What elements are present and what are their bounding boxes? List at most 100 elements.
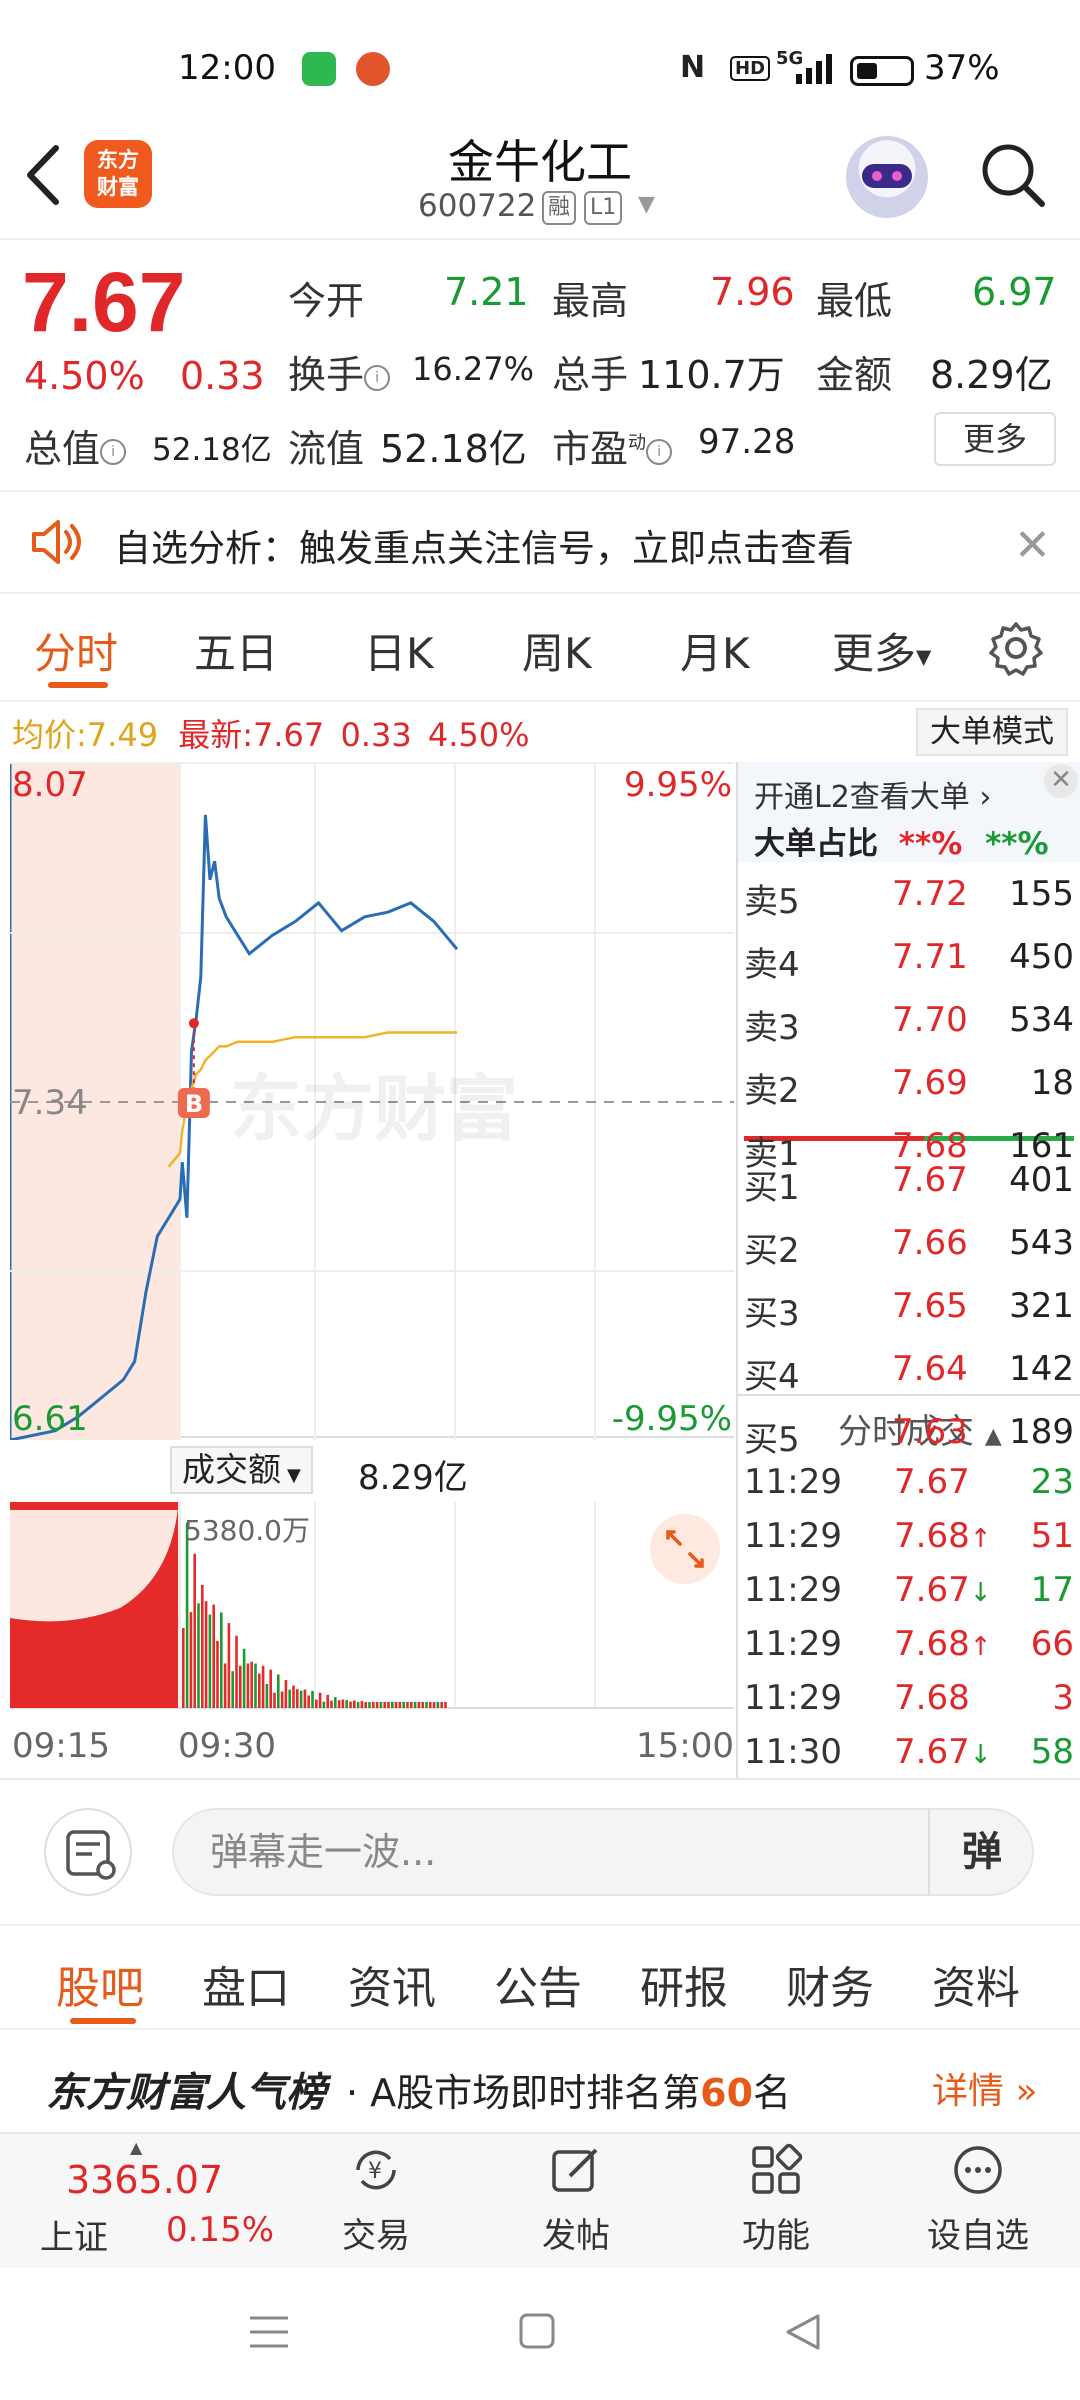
- time-label-open: 09:30: [178, 1726, 276, 1766]
- arrow-up-icon: ↑: [969, 1524, 992, 1554]
- danmaku-input[interactable]: 弹幕走一波...: [172, 1808, 1034, 1896]
- back-nav-icon[interactable]: [782, 2312, 822, 2352]
- trade-volume: 58: [1030, 1732, 1074, 1772]
- amount-value: 8.29亿: [930, 353, 1053, 397]
- volume-bar: [429, 1702, 432, 1708]
- volume-bar: [208, 1614, 212, 1708]
- battery-percent: 37%: [924, 48, 1000, 88]
- tab-profile[interactable]: 资料: [932, 1952, 1020, 2016]
- rank-details-link[interactable]: 详情 »: [932, 2062, 1037, 2114]
- tab-5day[interactable]: 五日: [194, 620, 278, 681]
- tab-monthly-k[interactable]: 月K: [680, 620, 750, 681]
- home-icon[interactable]: [518, 2312, 558, 2352]
- close-icon[interactable]: ✕: [1014, 520, 1051, 571]
- nfc-icon: N: [680, 50, 706, 85]
- bid-row[interactable]: 买5 7.63 189: [744, 1412, 1074, 1460]
- alert-text[interactable]: 自选分析：触发重点关注信号，立即点击查看: [114, 518, 854, 572]
- nav-post[interactable]: 发帖: [506, 2138, 646, 2257]
- tab-research[interactable]: 研报: [640, 1952, 728, 2016]
- popularity-rank-text: · A股市场即时排名第60名: [346, 2071, 792, 2115]
- float-label: 流值: [288, 427, 365, 471]
- intraday-chart-svg: 东方财富 B 8.07 7.34 6.61 9.95% -9.95%: [10, 764, 734, 1440]
- trade-price: 7.67↓: [894, 1570, 992, 1610]
- ask-price: 7.70: [892, 1000, 968, 1040]
- menu-icon[interactable]: [248, 2312, 290, 2352]
- expand-icon[interactable]: [650, 1514, 720, 1584]
- bid-label: 买1: [744, 1168, 800, 1208]
- ask-row[interactable]: 卖4 7.71 450: [744, 937, 1074, 985]
- volume-bar: [277, 1674, 280, 1708]
- volume-bar: [223, 1663, 227, 1708]
- tab-orderbook[interactable]: 盘口: [202, 1952, 290, 2016]
- index-change[interactable]: 0.15%: [166, 2210, 274, 2250]
- float-value: 52.18亿: [380, 427, 527, 471]
- bid-row[interactable]: 买2 7.66 543: [744, 1223, 1074, 1271]
- tab-more[interactable]: 更多▼: [832, 620, 931, 681]
- close-l2-icon[interactable]: ✕: [1044, 764, 1078, 798]
- nav-add-watchlist[interactable]: 设自选: [908, 2138, 1048, 2257]
- trade-time: 11:30: [744, 1732, 842, 1772]
- intraday-chart[interactable]: 东方财富 B 8.07 7.34 6.61 9.95% -9.95%: [10, 762, 734, 1440]
- tab-daily-k[interactable]: 日K: [364, 620, 434, 681]
- pe-label[interactable]: 市盈动 i: [552, 418, 673, 473]
- ask-row[interactable]: 卖3 7.70 534: [744, 1000, 1074, 1048]
- bid-row[interactable]: 买3 7.65 321: [744, 1286, 1074, 1334]
- index-name[interactable]: 上证: [40, 2210, 108, 2259]
- volume-total: 8.29亿: [358, 1458, 468, 1498]
- tab-intraday[interactable]: 分时: [34, 620, 118, 681]
- volume-bar: [201, 1585, 204, 1708]
- chevron-up-icon[interactable]: ▲: [130, 2138, 142, 2157]
- volume-bar: [368, 1702, 371, 1708]
- tab-forum[interactable]: 股吧: [56, 1952, 144, 2016]
- volume-bar: [436, 1702, 440, 1708]
- volume-bar: [284, 1680, 288, 1708]
- volume-bar: [296, 1689, 299, 1708]
- volume-bar: [307, 1695, 310, 1708]
- hd-icon: HD: [730, 56, 771, 81]
- tab-announcements[interactable]: 公告: [494, 1952, 582, 2016]
- volume-bar: [337, 1700, 341, 1708]
- tab-weekly-k[interactable]: 周K: [522, 620, 592, 681]
- danmaku-settings-icon[interactable]: [44, 1808, 132, 1896]
- bid-row[interactable]: 买1 7.67 401: [744, 1160, 1074, 1208]
- watermark: 东方财富: [230, 1067, 518, 1151]
- trade-row: 11:29 7.68↑ 51: [744, 1516, 1074, 1564]
- turnover-label[interactable]: 换手 i: [288, 344, 391, 399]
- y-min-label: 6.61: [12, 1399, 88, 1439]
- ask-row[interactable]: 卖5 7.72 155: [744, 874, 1074, 922]
- search-icon[interactable]: [978, 140, 1048, 210]
- ask-row[interactable]: 卖2 7.69 18: [744, 1063, 1074, 1111]
- gear-icon[interactable]: [988, 620, 1044, 676]
- trade-price: 7.68↑: [894, 1624, 992, 1664]
- nav-trade[interactable]: ¥ 交易: [306, 2138, 446, 2257]
- volume-bar: [406, 1702, 409, 1708]
- battery-icon: [850, 56, 914, 86]
- robot-assistant-icon[interactable]: [846, 136, 928, 218]
- ask-label: 卖4: [744, 945, 800, 985]
- volume-bar: [391, 1702, 394, 1708]
- index-value[interactable]: 3365.07: [66, 2158, 223, 2202]
- mktcap-label[interactable]: 总值 i: [24, 418, 127, 473]
- margin-tag: 融: [542, 191, 577, 225]
- tab-financials[interactable]: 财务: [786, 1952, 874, 2016]
- volume-bar: [204, 1601, 208, 1708]
- tab-underline: [48, 682, 108, 688]
- trade-price: 7.68: [894, 1678, 970, 1718]
- volume-bar: [227, 1623, 231, 1708]
- popularity-rank-brand: 东方财富人气榜: [46, 2070, 326, 2116]
- l2-link[interactable]: 开通L2查看大单 ›: [754, 772, 991, 816]
- volume-bar: [197, 1603, 200, 1708]
- chevron-down-icon[interactable]: ▼: [638, 192, 655, 217]
- pct-max-label: 9.95%: [624, 765, 732, 805]
- tab-news[interactable]: 资讯: [348, 1952, 436, 2016]
- danmaku-send-button[interactable]: 弹: [928, 1808, 1034, 1896]
- order-book-panel: 开通L2查看大单 › ✕ 大单占比 **% **% 分时成交 ▲ 卖5 7.72 1…: [736, 762, 1080, 1778]
- header-divider: [0, 238, 1080, 240]
- volume-bar: [193, 1553, 196, 1708]
- volume-bar: [440, 1702, 443, 1708]
- more-quote-button[interactable]: 更多: [934, 412, 1056, 466]
- bid-row[interactable]: 买4 7.64 142: [744, 1349, 1074, 1397]
- volume-metric-selector[interactable]: 成交额 ▼: [170, 1446, 313, 1494]
- nav-functions[interactable]: 功能: [706, 2138, 846, 2257]
- big-order-mode-button[interactable]: 大单模式: [916, 708, 1068, 756]
